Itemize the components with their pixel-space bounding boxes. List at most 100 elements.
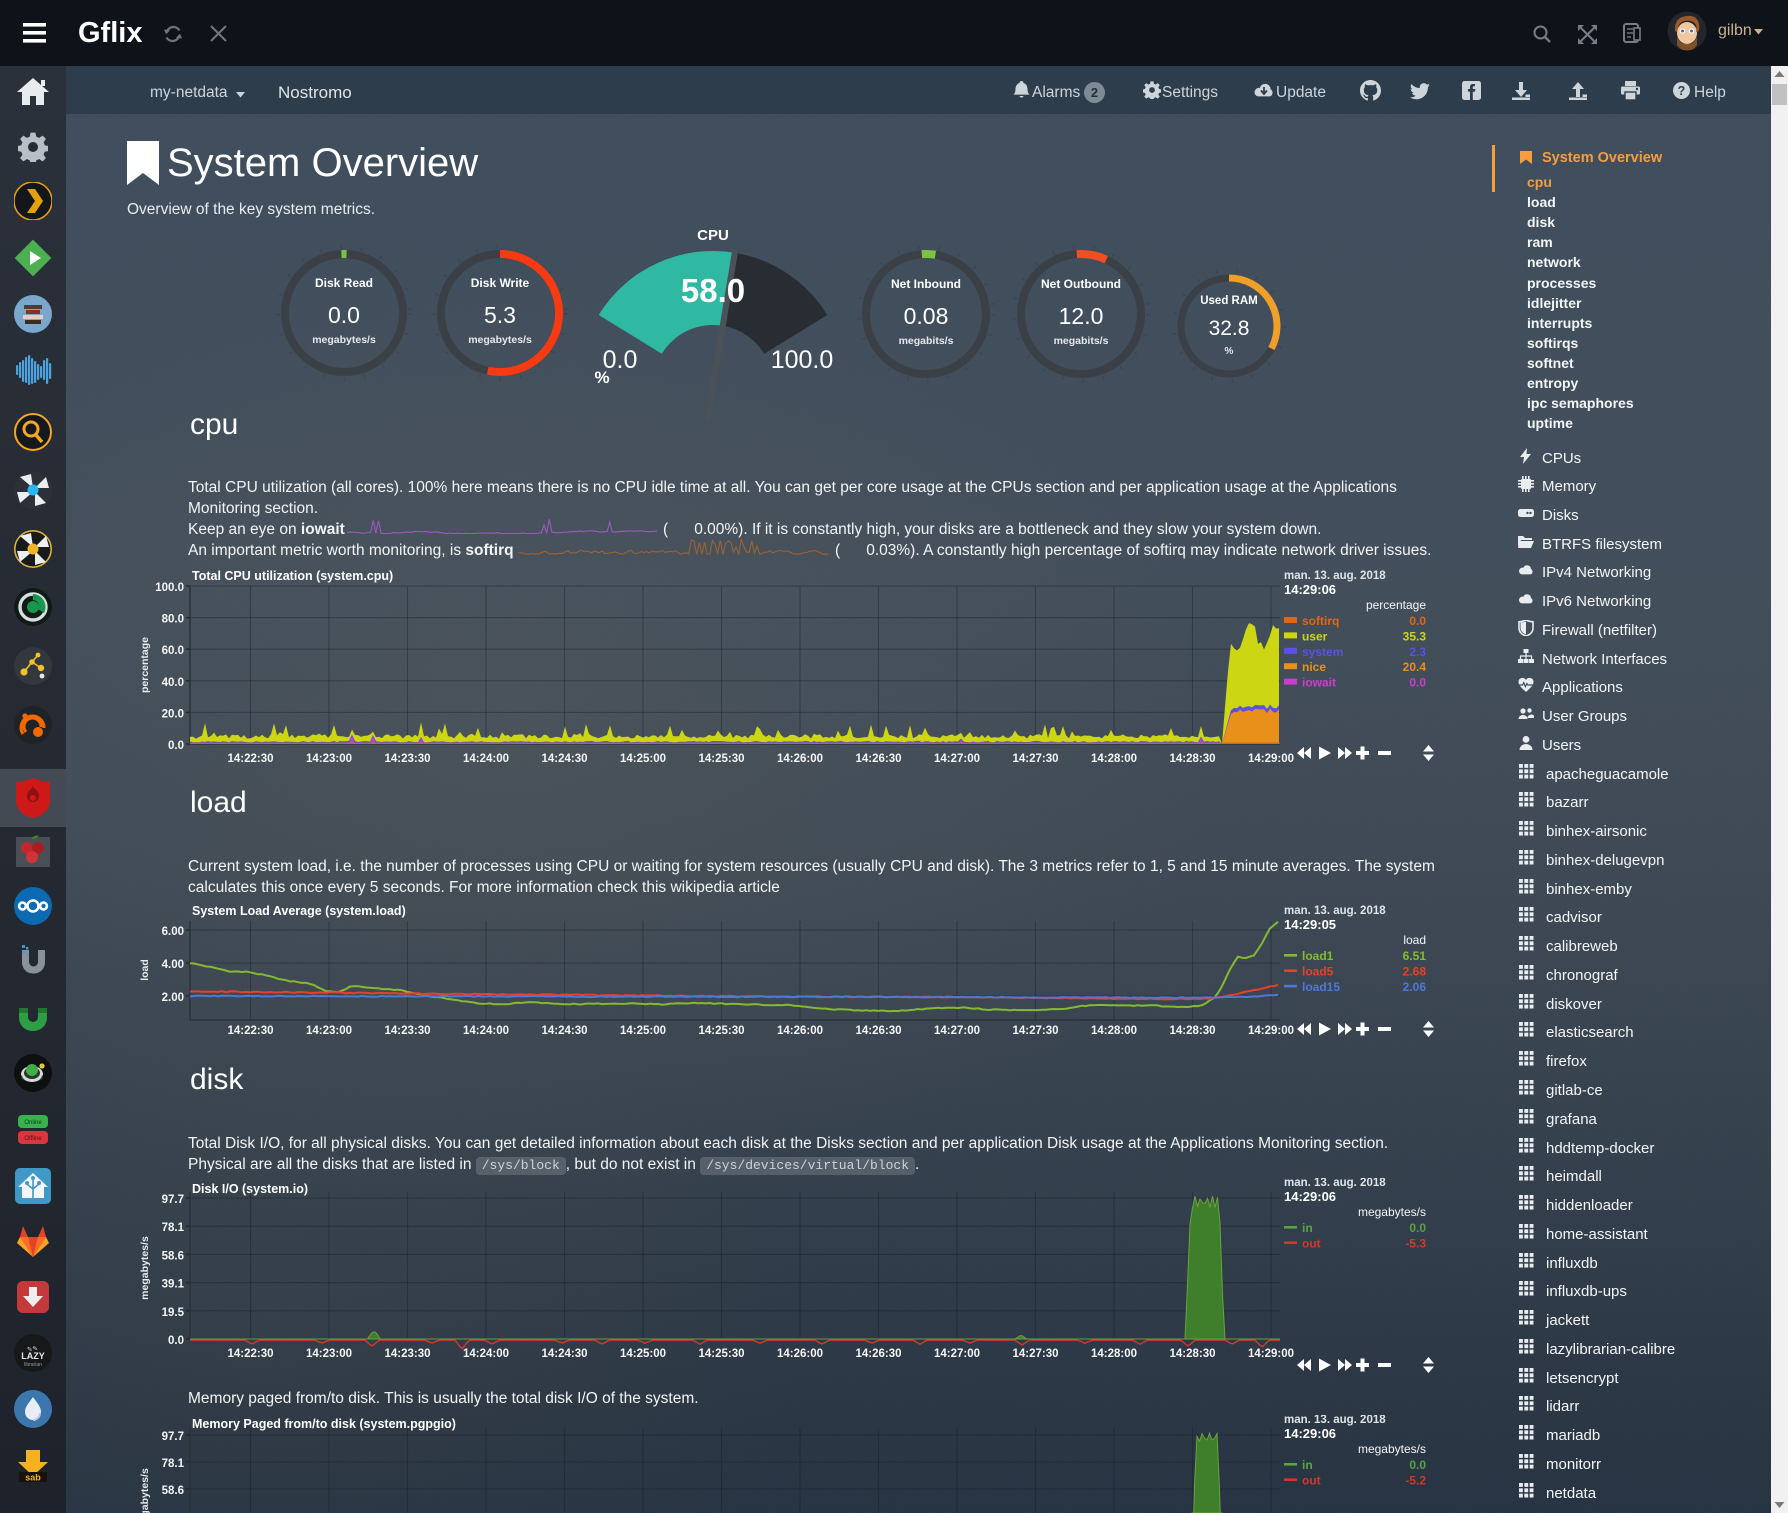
svg-text:60.0: 60.0 xyxy=(162,645,184,657)
svg-text:0.08: 0.08 xyxy=(904,303,949,329)
svg-text:14:24:30: 14:24:30 xyxy=(541,1025,587,1037)
svg-text:14:25:30: 14:25:30 xyxy=(698,1348,744,1360)
svg-text:0.0: 0.0 xyxy=(328,302,360,328)
svg-text:System Load Average (system.lo: System Load Average (system.load) xyxy=(192,904,406,918)
svg-text:megabytes/s: megabytes/s xyxy=(1358,1442,1426,1456)
svg-text:14:29:00: 14:29:00 xyxy=(1248,1025,1294,1037)
svg-text:100.0: 100.0 xyxy=(771,346,834,374)
svg-text:14:29:00: 14:29:00 xyxy=(1248,1348,1294,1360)
svg-text:-5.2: -5.2 xyxy=(1405,1473,1426,1487)
svg-text:14:26:30: 14:26:30 xyxy=(855,1025,901,1037)
svg-text:megabits/s: megabits/s xyxy=(1054,335,1109,347)
svg-text:2.3: 2.3 xyxy=(1409,645,1426,659)
svg-text:6.51: 6.51 xyxy=(1403,949,1427,963)
svg-text:Disk Write: Disk Write xyxy=(471,276,530,290)
svg-text:12.0: 12.0 xyxy=(1059,303,1104,329)
svg-text:14:25:30: 14:25:30 xyxy=(698,753,744,765)
svg-text:14:26:00: 14:26:00 xyxy=(777,1348,823,1360)
svg-text:-5.3: -5.3 xyxy=(1405,1236,1426,1250)
svg-text:percentage: percentage xyxy=(1366,598,1426,612)
svg-text:14:26:30: 14:26:30 xyxy=(855,753,901,765)
svg-text:14:27:00: 14:27:00 xyxy=(934,1348,980,1360)
svg-text:14:27:30: 14:27:30 xyxy=(1012,1348,1058,1360)
svg-text:0.0: 0.0 xyxy=(1409,1458,1426,1472)
svg-text:14:28:00: 14:28:00 xyxy=(1091,1025,1137,1037)
svg-text:14:22:30: 14:22:30 xyxy=(227,1025,273,1037)
svg-text:Offline: Offline xyxy=(24,1136,42,1142)
svg-text:man. 13. aug. 2018: man. 13. aug. 2018 xyxy=(1284,570,1386,582)
svg-text:0.0: 0.0 xyxy=(168,1335,184,1347)
svg-text:4.00: 4.00 xyxy=(162,959,184,971)
svg-text:78.1: 78.1 xyxy=(162,1222,185,1234)
svg-text:system: system xyxy=(1302,645,1343,659)
svg-text:14:26:00: 14:26:00 xyxy=(777,753,823,765)
svg-text:0.0: 0.0 xyxy=(168,740,184,752)
svg-text:load1: load1 xyxy=(1302,949,1334,963)
svg-text:14:23:00: 14:23:00 xyxy=(306,753,352,765)
svg-text:man. 13. aug. 2018: man. 13. aug. 2018 xyxy=(1284,905,1386,917)
svg-text:14:29:06: 14:29:06 xyxy=(1284,1189,1336,1204)
svg-text:39.1: 39.1 xyxy=(162,1279,185,1291)
svg-text:load15: load15 xyxy=(1302,980,1340,994)
svg-text:out: out xyxy=(1302,1236,1321,1250)
svg-text:in: in xyxy=(1302,1221,1313,1235)
svg-text:LAZY: LAZY xyxy=(21,1351,45,1361)
svg-text:40.0: 40.0 xyxy=(162,677,184,689)
svg-text:14:23:00: 14:23:00 xyxy=(306,1025,352,1037)
svg-text:14:24:30: 14:24:30 xyxy=(541,753,587,765)
svg-text:58.6: 58.6 xyxy=(162,1250,184,1262)
svg-text:Disk Read: Disk Read xyxy=(315,276,373,290)
svg-text:in: in xyxy=(1302,1458,1313,1472)
svg-text:35.3: 35.3 xyxy=(1403,629,1427,643)
svg-text:CPU: CPU xyxy=(697,227,729,244)
svg-text:14:28:30: 14:28:30 xyxy=(1169,1025,1215,1037)
svg-text:14:25:30: 14:25:30 xyxy=(698,1025,744,1037)
svg-text:20.4: 20.4 xyxy=(1403,660,1427,674)
svg-text:%: % xyxy=(594,368,609,387)
svg-text:20.0: 20.0 xyxy=(162,708,184,720)
svg-text:megabytes/s: megabytes/s xyxy=(468,334,532,346)
svg-text:14:25:00: 14:25:00 xyxy=(620,753,666,765)
svg-text:14:26:00: 14:26:00 xyxy=(777,1025,823,1037)
svg-text:softirq: softirq xyxy=(1302,614,1339,628)
svg-text:14:22:30: 14:22:30 xyxy=(227,1348,273,1360)
svg-text:iowait: iowait xyxy=(1302,676,1336,690)
svg-text:19.5: 19.5 xyxy=(162,1307,185,1319)
svg-text:58.0: 58.0 xyxy=(681,272,745,309)
svg-text:5.3: 5.3 xyxy=(484,302,516,328)
svg-text:14:27:30: 14:27:30 xyxy=(1012,1025,1058,1037)
svg-text:14:24:00: 14:24:00 xyxy=(463,1025,509,1037)
svg-text:14:28:30: 14:28:30 xyxy=(1169,1348,1215,1360)
svg-text:2.00: 2.00 xyxy=(162,992,184,1004)
svg-text:load: load xyxy=(1403,933,1426,947)
svg-text:14:27:00: 14:27:00 xyxy=(934,753,980,765)
svg-text:14:29:00: 14:29:00 xyxy=(1248,753,1294,765)
svg-text:load: load xyxy=(140,959,151,981)
svg-text:14:25:00: 14:25:00 xyxy=(620,1025,666,1037)
svg-text:78.1: 78.1 xyxy=(162,1458,185,1470)
svg-text:Memory Paged from/to disk (sys: Memory Paged from/to disk (system.pgpgio… xyxy=(192,1417,456,1431)
svg-text:?: ? xyxy=(1678,84,1686,98)
svg-text:Net Inbound: Net Inbound xyxy=(891,277,961,291)
svg-text:man. 13. aug. 2018: man. 13. aug. 2018 xyxy=(1284,1178,1386,1189)
svg-text:97.7: 97.7 xyxy=(162,1194,184,1206)
svg-text:load5: load5 xyxy=(1302,964,1334,978)
svg-text:sab: sab xyxy=(25,1473,41,1483)
svg-text:Total CPU utilization (system.: Total CPU utilization (system.cpu) xyxy=(192,569,393,583)
svg-text:97.7: 97.7 xyxy=(162,1431,184,1443)
svg-text:%: % xyxy=(1225,346,1234,357)
svg-text:14:23:30: 14:23:30 xyxy=(384,1025,430,1037)
svg-text:megabytes/s: megabytes/s xyxy=(140,1468,151,1513)
svg-text:14:29:06: 14:29:06 xyxy=(1284,1426,1336,1441)
svg-text:14:29:06: 14:29:06 xyxy=(1284,582,1336,597)
svg-text:14:22:30: 14:22:30 xyxy=(227,753,273,765)
svg-text:32.8: 32.8 xyxy=(1209,317,1250,340)
svg-text:80.0: 80.0 xyxy=(162,614,184,626)
svg-text:14:24:00: 14:24:00 xyxy=(463,1348,509,1360)
svg-text:percentage: percentage xyxy=(140,637,151,693)
svg-text:14:23:30: 14:23:30 xyxy=(384,753,430,765)
svg-text:14:29:05: 14:29:05 xyxy=(1284,917,1336,932)
svg-text:58.6: 58.6 xyxy=(162,1485,184,1497)
svg-text:2.06: 2.06 xyxy=(1403,980,1427,994)
svg-text:14:28:00: 14:28:00 xyxy=(1091,753,1137,765)
